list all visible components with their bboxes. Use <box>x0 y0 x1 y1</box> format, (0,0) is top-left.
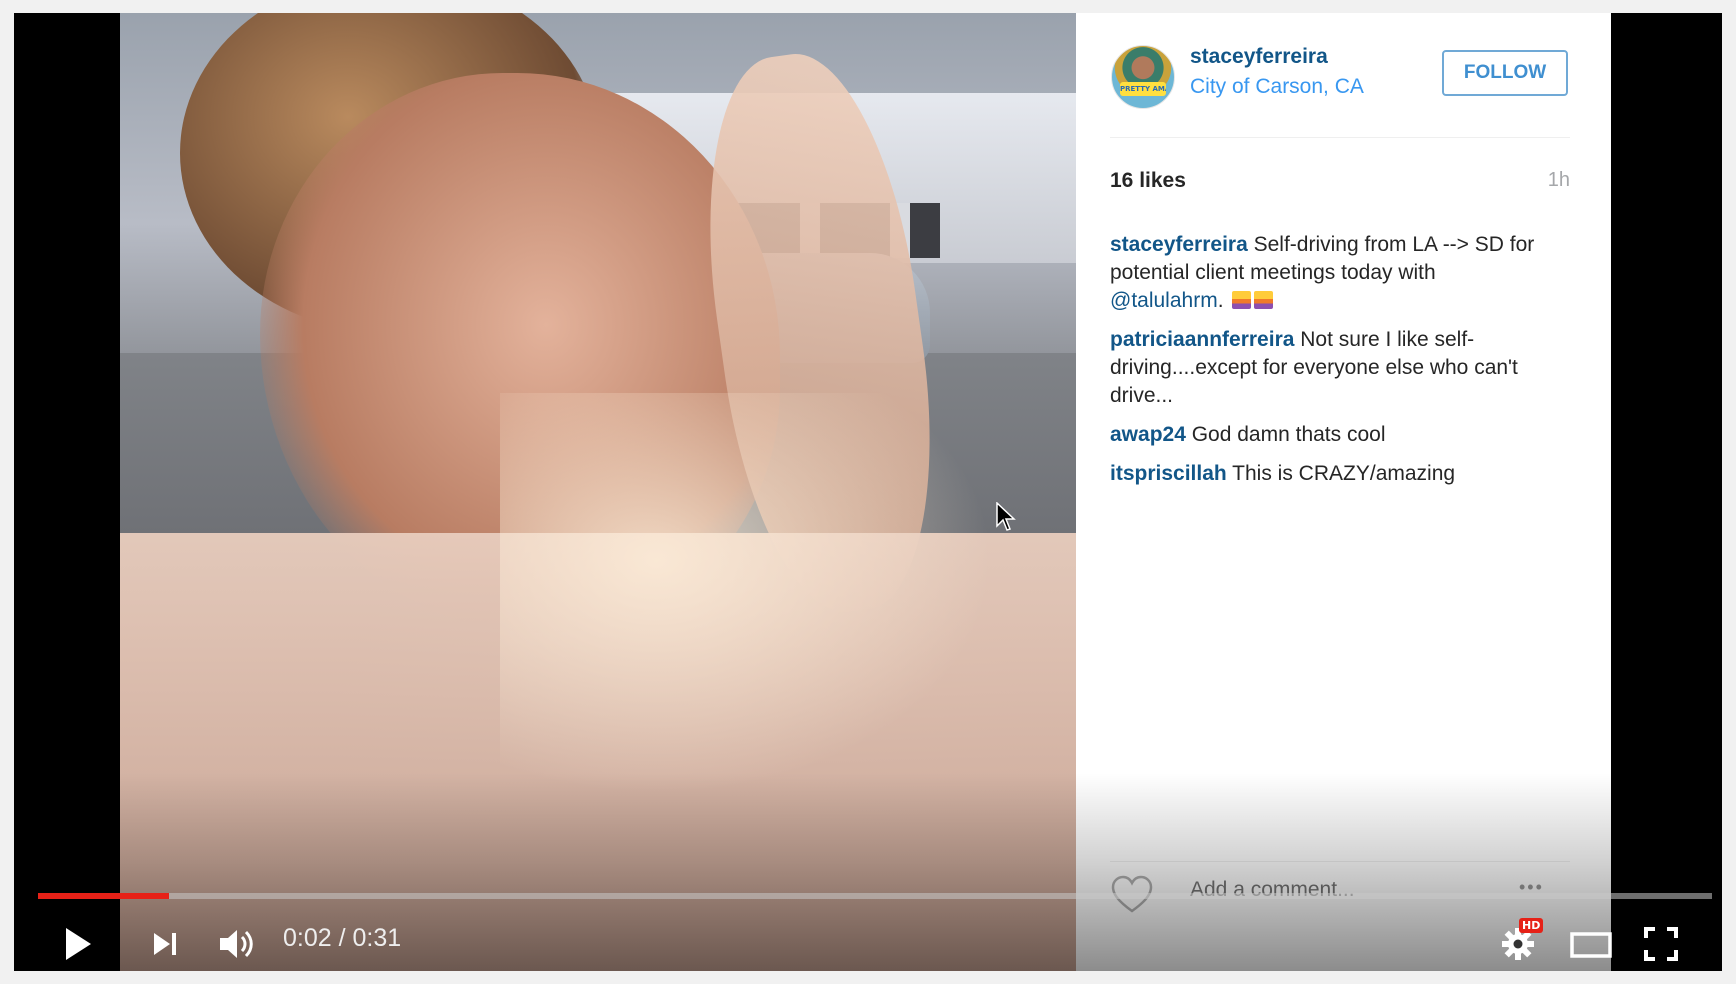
sunset-emoji-icon <box>1232 291 1252 309</box>
comment-item: itspriscillah This is CRAZY/amazing <box>1110 460 1550 488</box>
instagram-post-panel: PRETTY AMAZING INVENT staceyferreira Cit… <box>1076 13 1611 971</box>
comment-mention[interactable]: @talulahrm <box>1110 289 1218 312</box>
add-comment-input[interactable] <box>1188 877 1532 903</box>
post-username[interactable]: staceyferreira <box>1190 45 1328 69</box>
mouse-cursor-icon <box>996 502 1016 531</box>
comment-username[interactable]: staceyferreira <box>1110 233 1248 256</box>
video-frame[interactable] <box>120 13 1076 971</box>
video-player[interactable]: PRETTY AMAZING INVENT staceyferreira Cit… <box>14 13 1722 971</box>
hd-badge: HD <box>1519 918 1544 933</box>
comment-item: awap24 God damn thats cool <box>1110 421 1550 449</box>
time-display: 0:02 / 0:31 <box>283 924 402 952</box>
sunset-emoji-icon <box>1254 291 1274 309</box>
avatar[interactable]: PRETTY AMAZING INVENT <box>1111 45 1175 109</box>
comment-text-tail: . <box>1217 289 1224 312</box>
avatar-banner-text: PRETTY AMAZING INVENT <box>1120 82 1166 96</box>
comments-list: staceyferreira Self-driving from LA --> … <box>1110 231 1550 499</box>
post-location[interactable]: City of Carson, CA <box>1190 75 1364 99</box>
follow-button[interactable]: FOLLOW <box>1442 50 1568 96</box>
progress-bar[interactable] <box>38 893 1712 899</box>
comment-box-divider <box>1110 861 1570 862</box>
post-header: PRETTY AMAZING INVENT staceyferreira Cit… <box>1076 13 1611 137</box>
fullscreen-icon[interactable] <box>1644 927 1678 961</box>
likes-count[interactable]: 16 likes <box>1110 169 1186 193</box>
play-icon[interactable] <box>64 927 92 961</box>
progress-bar-played <box>38 893 169 899</box>
next-icon[interactable] <box>152 931 178 957</box>
comment-text: This is CRAZY/amazing <box>1226 462 1456 485</box>
comment-item: patriciaannferreira Not sure I like self… <box>1110 326 1550 410</box>
comment-username[interactable]: awap24 <box>1110 423 1186 446</box>
comment-text: God damn thats cool <box>1185 423 1386 446</box>
volume-icon[interactable] <box>218 927 256 961</box>
comment-username[interactable]: patriciaannferreira <box>1110 328 1294 351</box>
comment-item: staceyferreira Self-driving from LA --> … <box>1110 231 1550 315</box>
theater-mode-icon[interactable] <box>1570 931 1612 959</box>
video-sun-glare <box>500 393 1020 813</box>
post-timestamp: 1h <box>1547 169 1570 191</box>
comment-username[interactable]: itspriscillah <box>1110 462 1227 485</box>
header-divider <box>1110 137 1570 138</box>
